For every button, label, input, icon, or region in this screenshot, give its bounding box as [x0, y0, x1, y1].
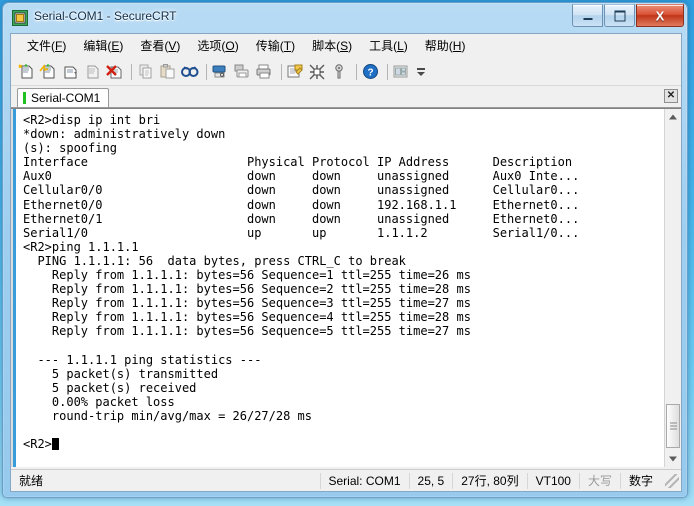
status-bar: 就绪 Serial: COM1 25, 5 27行, 80列 VT100 大写 … [11, 469, 681, 491]
svg-text:?: ? [367, 68, 373, 79]
key-icon[interactable] [330, 62, 350, 82]
find-icon[interactable] [180, 62, 200, 82]
menu-item-edit[interactable]: 编辑(E) [75, 36, 132, 56]
close-icon: ✕ [666, 90, 676, 101]
session-options-icon[interactable] [286, 62, 306, 82]
terminal-output: <R2>disp ip int bri *down: administrativ… [23, 113, 580, 452]
maximize-icon [614, 10, 625, 21]
close-button[interactable]: X [636, 4, 684, 27]
scrollbar-thumb[interactable] [666, 404, 680, 448]
menu-item-script[interactable]: 脚本(S) [304, 36, 361, 56]
session-manager-icon[interactable] [308, 62, 328, 82]
securecrt-window: Serial-COM1 - SecureCRT X 文件(F) 编辑(E) 查看… [2, 2, 688, 498]
copy-icon[interactable] [136, 62, 156, 82]
securecrt-app-icon [12, 10, 28, 26]
log-session-icon[interactable] [211, 62, 231, 82]
print-screen-icon[interactable] [233, 62, 253, 82]
tab-strip: Serial-COM1 ✕ [11, 86, 681, 108]
terminal-left-margin [11, 109, 16, 467]
close-icon: X [655, 8, 665, 23]
new-session-icon[interactable] [17, 62, 37, 82]
tab-close-button[interactable]: ✕ [664, 89, 678, 103]
status-num-lock: 数字 [619, 472, 661, 489]
terminal-cursor [51, 438, 59, 451]
menu-item-help[interactable]: 帮助(H) [417, 36, 475, 56]
connect-session-icon[interactable] [39, 62, 59, 82]
disconnect-icon[interactable] [83, 62, 103, 82]
minimize-icon [583, 17, 592, 20]
status-ready: 就绪 [19, 474, 44, 488]
terminal-scrollbar[interactable] [664, 109, 681, 467]
menu-bar: 文件(F) 编辑(E) 查看(V) 选项(O) 传输(T) 脚本(S) 工具(L… [11, 34, 681, 59]
chevron-down-icon [669, 456, 677, 462]
toolbar-separator [281, 64, 282, 80]
paste-icon[interactable] [158, 62, 178, 82]
scroll-down-button[interactable] [665, 451, 681, 467]
client-area: 文件(F) 编辑(E) 查看(V) 选项(O) 传输(T) 脚本(S) 工具(L… [10, 33, 682, 492]
terminal-screen[interactable]: <R2>disp ip int bri *down: administrativ… [11, 109, 664, 467]
toolbar-separator [356, 64, 357, 80]
window-title: Serial-COM1 - SecureCRT [34, 9, 177, 23]
maximize-button[interactable] [604, 4, 635, 27]
resize-grip-icon[interactable] [665, 473, 679, 488]
clone-session-icon[interactable] [61, 62, 81, 82]
menu-item-file[interactable]: 文件(F) [19, 36, 75, 56]
toolbar-separator [387, 64, 388, 80]
menu-item-transfer[interactable]: 传输(T) [248, 36, 304, 56]
status-caps-lock: 大写 [578, 472, 620, 489]
disconnect-all-icon[interactable] [105, 62, 125, 82]
status-screen-size: 27行, 80列 [452, 472, 526, 489]
chevron-up-icon [669, 114, 677, 120]
grip-icon [670, 422, 677, 430]
toolbar-separator [131, 64, 132, 80]
toolbar-separator [206, 64, 207, 80]
menu-item-options[interactable]: 选项(O) [189, 36, 247, 56]
toolbar-overflow-button[interactable] [416, 62, 427, 82]
minimize-button[interactable] [572, 4, 603, 27]
terminal-pane: <R2>disp ip int bri *down: administrativ… [11, 108, 681, 467]
help-icon[interactable]: ? [361, 62, 381, 82]
window-controls: X [571, 4, 684, 27]
print-icon[interactable] [255, 62, 275, 82]
status-connection: Serial: COM1 [319, 472, 409, 489]
menu-item-view[interactable]: 查看(V) [132, 36, 189, 56]
tab-connected-indicator-icon [23, 92, 26, 104]
menu-item-tools[interactable]: 工具(L) [361, 36, 417, 56]
toolbar: ? [11, 59, 681, 86]
scroll-up-button[interactable] [665, 109, 681, 125]
tab-serial-com1[interactable]: Serial-COM1 [17, 88, 110, 107]
status-emulation: VT100 [526, 472, 579, 489]
status-cursor-position: 25, 5 [408, 472, 453, 489]
tab-label: Serial-COM1 [31, 91, 101, 105]
tile-windows-icon[interactable] [392, 62, 412, 82]
title-bar[interactable]: Serial-COM1 - SecureCRT X [3, 3, 687, 33]
